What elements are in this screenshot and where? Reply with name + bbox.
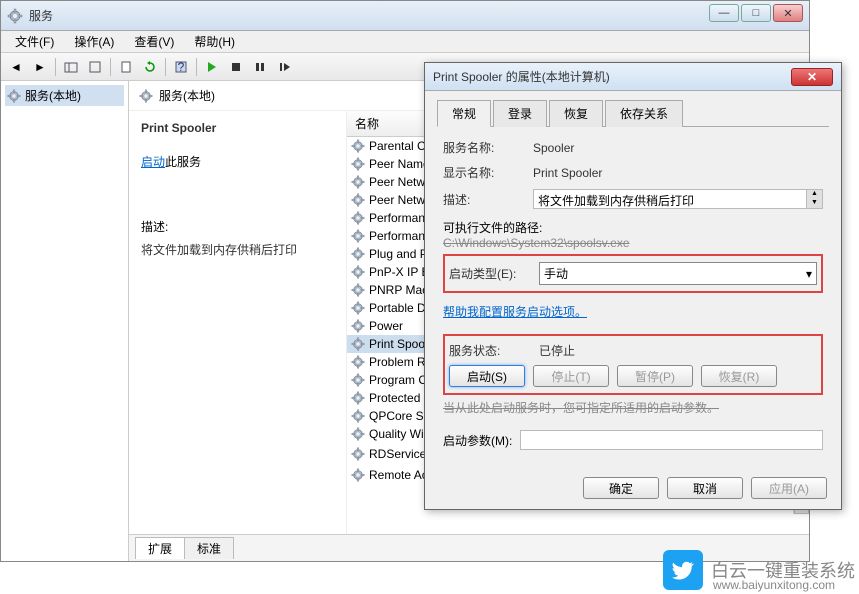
minimize-button[interactable]: — [709, 4, 739, 22]
exe-path-label: 可执行文件的路径: [443, 219, 823, 236]
gear-icon [7, 89, 21, 103]
gear-icon [351, 139, 365, 153]
service-name-label: 服务名称: [443, 139, 533, 156]
desc-text: 将文件加载到内存供稍后打印 [141, 241, 334, 258]
stop-svc-button[interactable] [225, 56, 247, 78]
menu-view[interactable]: 查看(V) [124, 31, 184, 52]
start-svc-button[interactable] [201, 56, 223, 78]
forward-button[interactable]: ► [29, 56, 51, 78]
export-button[interactable] [115, 56, 137, 78]
hint-text: 当从此处启动服务时，您可指定所适用的启动参数。 [443, 399, 823, 416]
tab-general[interactable]: 常规 [437, 100, 491, 127]
gear-icon [139, 89, 153, 103]
desc-value: 将文件加载到内存供稍后打印 [538, 194, 694, 208]
tab-deps[interactable]: 依存关系 [605, 100, 683, 127]
desc-label: 描述: [443, 191, 533, 208]
spin-up[interactable]: ▲ [806, 190, 822, 199]
ok-button[interactable]: 确定 [583, 477, 659, 499]
gear-icon [351, 283, 365, 297]
dialog-title: Print Spooler 的属性(本地计算机) [433, 68, 791, 85]
menubar: 文件(F) 操作(A) 查看(V) 帮助(H) [1, 31, 809, 53]
gear-icon [351, 468, 365, 482]
start-button[interactable]: 启动(S) [449, 365, 525, 387]
menu-file[interactable]: 文件(F) [5, 31, 64, 52]
display-name-label: 显示名称: [443, 164, 533, 181]
gear-icon [351, 319, 365, 333]
watermark-url: www.baiyunxitong.com [713, 578, 835, 592]
gear-icon [351, 247, 365, 261]
properties-dialog: Print Spooler 的属性(本地计算机) ✕ 常规 登录 恢复 依存关系… [424, 62, 842, 510]
gear-icon [351, 175, 365, 189]
tab-extended[interactable]: 扩展 [135, 537, 185, 559]
cancel-button[interactable]: 取消 [667, 477, 743, 499]
menu-help[interactable]: 帮助(H) [184, 31, 245, 52]
gear-icon [351, 157, 365, 171]
service-status-highlight: 服务状态: 已停止 启动(S) 停止(T) 暂停(P) 恢复(R) [443, 334, 823, 395]
gear-icon [351, 193, 365, 207]
startup-type-select[interactable]: 手动 ▾ [539, 262, 817, 285]
stop-button[interactable]: 停止(T) [533, 365, 609, 387]
service-name-heading: Print Spooler [141, 121, 334, 135]
gear-icon [351, 301, 365, 315]
app-icon [7, 8, 23, 24]
menu-action[interactable]: 操作(A) [64, 31, 124, 52]
help-button[interactable]: ? [170, 56, 192, 78]
tab-standard[interactable]: 标准 [184, 537, 234, 559]
spin-down[interactable]: ▼ [806, 199, 822, 208]
gear-icon [351, 211, 365, 225]
start-suffix: 此服务 [165, 155, 201, 169]
window-title: 服务 [29, 7, 803, 24]
status-label: 服务状态: [449, 342, 539, 359]
svg-text:?: ? [178, 60, 185, 74]
service-name-value: Spooler [533, 141, 823, 155]
apply-button[interactable]: 应用(A) [751, 477, 827, 499]
gear-icon [351, 409, 365, 423]
gear-icon [351, 355, 365, 369]
refresh-button[interactable] [139, 56, 161, 78]
startup-type-label: 启动类型(E): [449, 265, 539, 282]
param-label: 启动参数(M): [443, 432, 512, 449]
pause-svc-button[interactable] [249, 56, 271, 78]
close-button[interactable]: ✕ [773, 4, 803, 22]
show-hide-button[interactable] [60, 56, 82, 78]
tree-root-label: 服务(本地) [25, 87, 81, 104]
gear-icon [351, 427, 365, 441]
dialog-close-button[interactable]: ✕ [791, 68, 833, 86]
pause-button[interactable]: 暂停(P) [617, 365, 693, 387]
maximize-button[interactable]: □ [741, 4, 771, 22]
gear-icon [351, 391, 365, 405]
gear-icon [351, 447, 365, 461]
titlebar: 服务 — □ ✕ [1, 1, 809, 31]
status-value: 已停止 [539, 342, 817, 359]
detail-header-label: 服务(本地) [159, 87, 215, 104]
watermark-icon [663, 550, 703, 590]
startup-type-value: 手动 [544, 265, 568, 282]
resume-button[interactable]: 恢复(R) [701, 365, 777, 387]
exe-path-value: C:\Windows\System32\spoolsv.exe [443, 236, 823, 250]
desc-label: 描述: [141, 218, 334, 235]
back-button[interactable]: ◄ [5, 56, 27, 78]
gear-icon [351, 229, 365, 243]
tab-logon[interactable]: 登录 [493, 100, 547, 127]
tree-panel: 服务(本地) [1, 81, 129, 561]
tree-root[interactable]: 服务(本地) [5, 85, 124, 106]
detail-left: Print Spooler 启动此服务 描述: 将文件加载到内存供稍后打印 [129, 111, 347, 534]
param-input[interactable] [520, 430, 823, 450]
dialog-titlebar: Print Spooler 的属性(本地计算机) ✕ [425, 63, 841, 91]
gear-icon [351, 265, 365, 279]
chevron-down-icon: ▾ [806, 267, 812, 281]
gear-icon [351, 373, 365, 387]
start-service-link[interactable]: 启动 [141, 153, 165, 170]
tab-recovery[interactable]: 恢复 [549, 100, 603, 127]
gear-icon [351, 337, 365, 351]
display-name-value: Print Spooler [533, 166, 823, 180]
detail-button[interactable] [84, 56, 106, 78]
desc-textbox[interactable]: 将文件加载到内存供稍后打印 ▲▼ [533, 189, 823, 209]
dialog-tabs: 常规 登录 恢复 依存关系 [437, 99, 829, 127]
help-link[interactable]: 帮助我配置服务启动选项。 [443, 303, 587, 320]
startup-type-highlight: 启动类型(E): 手动 ▾ [443, 254, 823, 293]
restart-svc-button[interactable] [273, 56, 295, 78]
